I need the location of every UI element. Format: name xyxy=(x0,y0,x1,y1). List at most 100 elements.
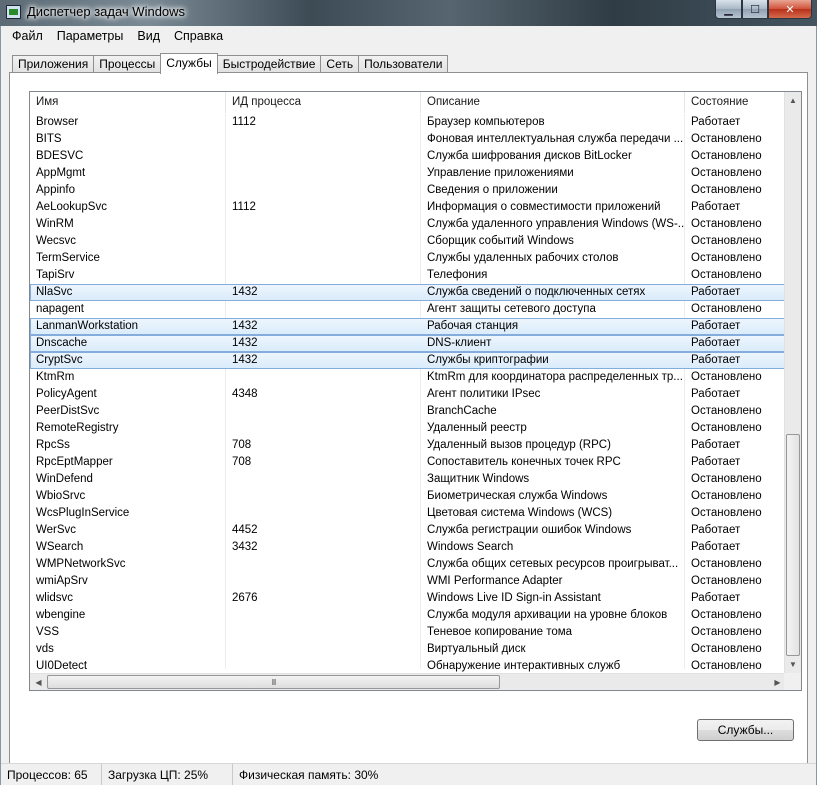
tab-performance[interactable]: Быстродействие xyxy=(216,55,322,73)
service-row[interactable]: CryptSvc 1432 Службы криптографии Работает xyxy=(30,352,786,369)
service-pid xyxy=(226,556,421,573)
service-row[interactable]: KtmRm KtmRm для координатора распределенн… xyxy=(30,369,786,386)
maximize-button[interactable]: ☐ xyxy=(742,0,768,19)
menu-file[interactable]: Файл xyxy=(6,26,50,46)
horizontal-scrollbar[interactable]: ◀ III ▶ xyxy=(30,673,786,690)
service-description: Служба регистрации ошибок Windows xyxy=(427,524,632,536)
service-row[interactable]: RpcSs 708 Удаленный вызов процедур (RPC) Ра… xyxy=(30,437,786,454)
service-row[interactable]: Wecsvc Сборщик событий Windows Остановлено xyxy=(30,233,786,250)
service-status: Остановлено xyxy=(691,609,762,621)
service-name: Appinfo xyxy=(36,184,76,196)
service-name: BDESVC xyxy=(36,150,84,162)
service-row[interactable]: BITS Фоновая интеллектуальная служба пере… xyxy=(30,131,786,148)
service-row[interactable]: WinDefend Защитник Windows Остановлено xyxy=(30,471,786,488)
service-row[interactable]: Appinfo Сведения о приложении Остановлено xyxy=(30,182,786,199)
tab-network[interactable]: Сеть xyxy=(320,55,360,73)
service-description: Виртуальный диск xyxy=(427,643,526,655)
service-row[interactable]: vds Виртуальный диск Остановлено xyxy=(30,641,786,658)
service-row[interactable]: wbengine Служба модуля архивации на уровн… xyxy=(30,607,786,624)
vertical-scroll-thumb[interactable] xyxy=(786,434,800,656)
scroll-up-arrow-icon[interactable]: ▲ xyxy=(785,92,801,109)
menu-view[interactable]: Вид xyxy=(130,26,167,46)
service-description: Сборщик событий Windows xyxy=(427,235,574,247)
service-row[interactable]: RemoteRegistry Удаленный реестр Остановлен… xyxy=(30,420,786,437)
service-name: CryptSvc xyxy=(36,354,83,366)
service-pid: 4348 xyxy=(232,388,258,400)
tab-processes[interactable]: Процессы xyxy=(93,55,162,73)
menu-help[interactable]: Справка xyxy=(167,26,230,46)
service-row[interactable]: wmiApSrv WMI Performance Adapter Остановле… xyxy=(30,573,786,590)
service-pid xyxy=(226,148,421,165)
service-row[interactable]: VSS Теневое копирование тома Остановлено xyxy=(30,624,786,641)
column-header-description[interactable]: Описание xyxy=(421,92,685,113)
grip-icon: III xyxy=(271,677,277,687)
task-manager-icon xyxy=(6,5,21,19)
services-list[interactable]: Имя ИД процесса Описание Состояние Brows… xyxy=(29,91,802,691)
tab-applications[interactable]: Приложения xyxy=(12,55,95,73)
horizontal-scroll-thumb[interactable]: III xyxy=(47,675,500,689)
service-status: Работает xyxy=(691,286,741,298)
service-pid xyxy=(226,182,421,199)
scroll-down-arrow-icon[interactable]: ▼ xyxy=(785,656,801,673)
menu-options[interactable]: Параметры xyxy=(50,26,131,46)
service-pid: 1112 xyxy=(232,201,256,213)
service-row[interactable]: TapiSrv Телефония Остановлено xyxy=(30,267,786,284)
service-pid: 1432 xyxy=(232,354,258,366)
service-row[interactable]: WcsPlugInService Цветовая система Windows… xyxy=(30,505,786,522)
service-row[interactable]: AppMgmt Управление приложениями Остановлен… xyxy=(30,165,786,182)
services-button[interactable]: Службы... xyxy=(697,719,794,741)
service-description: Удаленный вызов процедур (RPC) xyxy=(427,439,611,451)
service-name: wmiApSrv xyxy=(36,575,88,587)
service-row[interactable]: wlidsvc 2676 Windows Live ID Sign-in Assis… xyxy=(30,590,786,607)
service-row[interactable]: NlaSvc 1432 Служба сведений о подключенных… xyxy=(30,284,786,301)
service-status: Остановлено xyxy=(691,473,762,485)
service-pid xyxy=(226,267,421,284)
service-row[interactable]: LanmanWorkstation 1432 Рабочая станция Рабо… xyxy=(30,318,786,335)
service-row[interactable]: PolicyAgent 4348 Агент политики IPsec Работ… xyxy=(30,386,786,403)
scroll-left-arrow-icon[interactable]: ◀ xyxy=(30,674,47,690)
service-row[interactable]: WinRM Служба удаленного управления Window… xyxy=(30,216,786,233)
service-name: PolicyAgent xyxy=(36,388,97,400)
service-pid: 2676 xyxy=(232,592,258,604)
service-row[interactable]: WMPNetworkSvc Служба общих сетевых ресурс… xyxy=(30,556,786,573)
minimize-button[interactable]: ▁ xyxy=(715,0,742,19)
service-row[interactable]: WSearch 3432 Windows Search Работает xyxy=(30,539,786,556)
service-row[interactable]: PeerDistSvc BranchCache Остановлено xyxy=(30,403,786,420)
service-row[interactable]: Browser 1112 Браузер компьютеров Работает xyxy=(30,114,786,131)
service-row[interactable]: Dnscache 1432 DNS-клиент Работает xyxy=(30,335,786,352)
service-status: Остановлено xyxy=(691,643,762,655)
status-processes: Процессов: 65 xyxy=(1,764,102,785)
service-pid xyxy=(226,403,421,420)
close-button[interactable]: ✕ xyxy=(768,0,812,19)
service-description: BranchCache xyxy=(427,405,497,417)
service-description: Сведения о приложении xyxy=(427,184,558,196)
service-pid xyxy=(226,641,421,658)
title-bar[interactable]: Диспетчер задач Windows ▁ ☐ ✕ xyxy=(0,0,817,26)
status-cpu: Загрузка ЦП: 25% xyxy=(102,764,233,785)
service-row[interactable]: TermService Службы удаленных рабочих стол… xyxy=(30,250,786,267)
vertical-scrollbar[interactable]: ▲ ▼ xyxy=(784,92,801,673)
service-status: Работает xyxy=(691,541,741,553)
service-status: Работает xyxy=(691,201,741,213)
service-status: Работает xyxy=(691,116,741,128)
service-description: Службы криптографии xyxy=(427,354,549,366)
column-header-status[interactable]: Состояние xyxy=(685,92,786,113)
service-description: Удаленный реестр xyxy=(427,422,527,434)
tab-services[interactable]: Службы xyxy=(160,53,218,74)
service-row[interactable]: WerSvc 4452 Служба регистрации ошибок Wind… xyxy=(30,522,786,539)
tab-users[interactable]: Пользователи xyxy=(358,55,449,73)
minimize-icon: ▁ xyxy=(724,3,733,16)
service-name: BITS xyxy=(36,133,62,145)
service-pid xyxy=(226,216,421,233)
service-description: Служба общих сетевых ресурсов проигрыват… xyxy=(427,558,679,570)
service-row[interactable]: WbioSrvc Биометрическая служба Windows Ост… xyxy=(30,488,786,505)
service-row[interactable]: RpcEptMapper 708 Сопоставитель конечных то… xyxy=(30,454,786,471)
service-row[interactable]: BDESVC Служба шифрования дисков BitLocker… xyxy=(30,148,786,165)
service-description: Управление приложениями xyxy=(427,167,574,179)
column-header-name[interactable]: Имя xyxy=(30,92,226,113)
service-row[interactable]: napagent Агент защиты сетевого доступа Ост… xyxy=(30,301,786,318)
service-row[interactable]: AeLookupSvc 1112 Информация о совместимост… xyxy=(30,199,786,216)
service-status: Работает xyxy=(691,354,741,366)
service-description: Биометрическая служба Windows xyxy=(427,490,608,502)
column-header-pid[interactable]: ИД процесса xyxy=(226,92,421,113)
